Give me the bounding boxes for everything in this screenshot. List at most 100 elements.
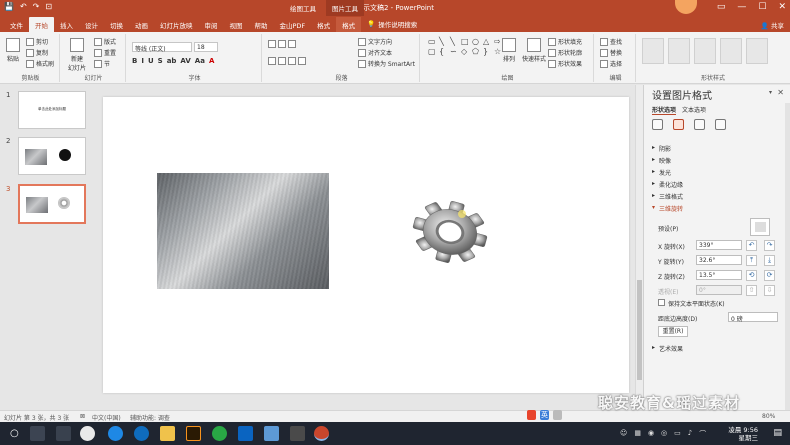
replace-button[interactable]: 替换	[600, 48, 622, 57]
change-case-button[interactable]: Aa	[195, 57, 205, 65]
triangle-shape-icon[interactable]: △	[483, 37, 493, 46]
paste-button[interactable]: 粘贴	[6, 38, 20, 63]
line-shape-icon[interactable]: ╲	[439, 37, 449, 46]
slide-thumbnail-3[interactable]	[18, 184, 86, 224]
illustrator-icon[interactable]	[186, 426, 201, 441]
ime-settings-icon[interactable]	[553, 410, 562, 420]
y-rotate-up-icon[interactable]: ⤒	[746, 255, 757, 266]
keep-text-flat-row[interactable]: 保持文本平面状态(K)	[658, 299, 725, 308]
select-button[interactable]: 选择	[600, 59, 622, 68]
pane-close-icon[interactable]: ✕	[777, 88, 784, 97]
tab-insert[interactable]: 插入	[54, 17, 79, 32]
x-rotate-right-icon[interactable]: ↷	[764, 240, 775, 251]
bold-button[interactable]: B	[132, 57, 137, 65]
battery-icon[interactable]: ▭	[674, 429, 681, 439]
y-rotate-down-icon[interactable]: ⤓	[764, 255, 775, 266]
picture-icon[interactable]	[715, 119, 726, 130]
ribbon-display-icon[interactable]: ▭	[717, 2, 726, 12]
metal-texture-picture[interactable]	[157, 173, 329, 289]
clock[interactable]: 凌晨 9:56 星期三	[728, 426, 758, 442]
new-slide-button[interactable]: 新建 幻灯片	[68, 38, 86, 72]
format-painter-button[interactable]: 格式刷	[26, 59, 54, 68]
size-properties-icon[interactable]	[694, 119, 705, 130]
tab-text-options[interactable]: 文本选项	[682, 105, 706, 115]
volume-icon[interactable]: ♪	[688, 429, 692, 439]
shape-style-5[interactable]	[746, 38, 768, 64]
canvas-scrollbar[interactable]	[635, 85, 643, 410]
share-button[interactable]: 👤 共享	[761, 20, 784, 30]
explorer-icon[interactable]	[160, 426, 175, 441]
text-direction-button[interactable]: 文字方向	[358, 37, 392, 46]
layout-button[interactable]: 版式	[94, 37, 116, 46]
file-manager-icon[interactable]	[56, 426, 71, 441]
font-size-combo[interactable]: 18	[194, 42, 218, 52]
ime-mode-label[interactable]: 英	[540, 410, 549, 420]
tab-help[interactable]: 帮助	[249, 17, 274, 32]
reset-rotation-button[interactable]: 重置(R)	[658, 326, 688, 337]
font-color-button[interactable]: A	[209, 57, 214, 65]
wechat-icon[interactable]	[212, 426, 227, 441]
gear-picture[interactable]	[410, 192, 490, 272]
cut-button[interactable]: 剪切	[26, 37, 48, 46]
slide-canvas[interactable]	[103, 97, 629, 393]
shape-style-3[interactable]	[694, 38, 716, 64]
tab-transitions[interactable]: 切换	[104, 17, 129, 32]
diamond-shape-icon[interactable]: ◇	[461, 47, 471, 56]
oval-shape-icon[interactable]: ○	[472, 37, 482, 46]
app2-icon[interactable]	[290, 426, 305, 441]
shape-style-1[interactable]	[642, 38, 664, 64]
app-icon[interactable]	[264, 426, 279, 441]
y-rotation-input[interactable]: 32.6°	[696, 255, 742, 265]
find-button[interactable]: 查找	[600, 37, 622, 46]
line2-shape-icon[interactable]: ╲	[450, 37, 460, 46]
tab-shape-options[interactable]: 形状选项	[652, 105, 677, 115]
section-shadow[interactable]: ▸ 阴影	[652, 144, 671, 153]
zoom-level[interactable]: 80%	[762, 413, 775, 420]
fan-app-icon[interactable]	[80, 426, 95, 441]
bullets-button[interactable]	[268, 40, 296, 48]
shape-effects-button[interactable]: 形状效果	[548, 59, 582, 68]
distance-input[interactable]: 0 磅	[728, 312, 778, 323]
pentagon-shape-icon[interactable]: ⬠	[472, 47, 482, 56]
sogou-icon[interactable]	[527, 410, 536, 420]
shape-outline-button[interactable]: 形状轮廓	[548, 48, 582, 57]
z-rotation-input[interactable]: 13.5°	[696, 270, 742, 280]
shadow-button[interactable]: ab	[167, 57, 177, 65]
z-rotate-cw-icon[interactable]: ⟳	[764, 270, 775, 281]
textbox-shape-icon[interactable]: ▭	[428, 37, 438, 46]
shape-style-2[interactable]	[668, 38, 690, 64]
tab-view[interactable]: 视图	[224, 17, 249, 32]
ie-icon[interactable]	[108, 426, 123, 441]
tab-animations[interactable]: 动画	[129, 17, 154, 32]
shapes-gallery[interactable]: ▭ ╲ ╲ □ ○ △ ⇨ ▢{∽ ◇ ⬠} ☆	[428, 37, 501, 56]
slide-thumbnail-1[interactable]: 单击此处添加标题	[18, 91, 86, 129]
reset-slide-button[interactable]: 重置	[94, 48, 116, 57]
tab-file[interactable]: 文件	[4, 17, 29, 32]
font-name-combo[interactable]: 等线 (正文)	[132, 42, 192, 53]
curve-shape-icon[interactable]: ∽	[450, 47, 460, 56]
keep-text-flat-checkbox[interactable]	[658, 299, 665, 306]
edge-icon[interactable]	[134, 426, 149, 441]
chat-icon[interactable]: ◎	[661, 429, 667, 439]
italic-button[interactable]: I	[141, 57, 144, 65]
section-3d-rotation[interactable]: ▾ 三维旋转	[652, 204, 683, 213]
tab-format-picture[interactable]: 格式	[336, 17, 362, 32]
close-icon[interactable]: ✕	[778, 2, 786, 12]
section-glow[interactable]: ▸ 发光	[652, 168, 671, 177]
copy-button[interactable]: 复制	[26, 48, 48, 57]
align-text-button[interactable]: 对齐文本	[358, 48, 392, 57]
tab-kingsoft-pdf[interactable]: 金山PDF	[274, 17, 312, 32]
tell-me-search[interactable]: 💡 操作说明搜索	[361, 16, 423, 32]
section-3d-format[interactable]: ▸ 三维格式	[652, 192, 683, 201]
wifi-icon[interactable]: ⌒	[699, 429, 706, 439]
arrange-button[interactable]: 排列	[502, 38, 516, 63]
task-view-icon[interactable]	[30, 426, 45, 441]
tab-slideshow[interactable]: 幻灯片放映	[154, 17, 199, 32]
fill-line-icon[interactable]	[652, 119, 663, 130]
rect-shape-icon[interactable]: □	[461, 37, 471, 46]
tab-home[interactable]: 开始	[29, 17, 54, 32]
windows-start-icon[interactable]: ○	[10, 428, 19, 439]
section-artistic-effects[interactable]: ▸ 艺术效果	[652, 344, 683, 353]
maximize-icon[interactable]: ☐	[758, 2, 766, 12]
preset-dropdown[interactable]	[750, 218, 770, 236]
